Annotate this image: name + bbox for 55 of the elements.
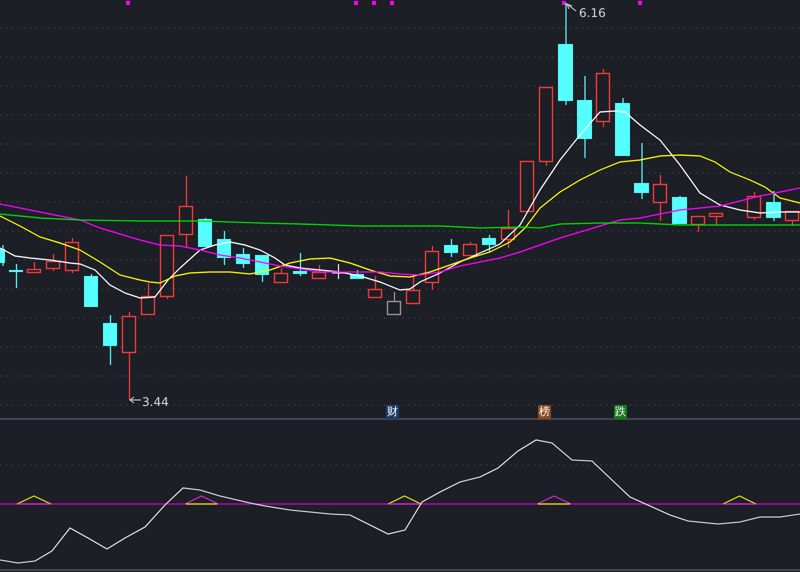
triangle-marker [536, 495, 572, 505]
candlestick [462, 242, 478, 256]
candlestick [26, 262, 42, 274]
candlestick [46, 254, 60, 271]
leader-line [566, 3, 576, 12]
signal-marker [372, 1, 376, 5]
candlestick [312, 265, 326, 280]
triangle-marker [388, 495, 422, 505]
candlestick [178, 176, 194, 248]
candlestick [615, 98, 630, 156]
candlestick [652, 175, 668, 221]
candlestick [236, 248, 250, 268]
candlestick [708, 212, 724, 225]
candlestick [520, 160, 534, 212]
candlestick [424, 246, 440, 290]
signal-marker [562, 1, 566, 5]
candlestick [332, 264, 346, 280]
candlestick [368, 276, 382, 298]
candlestick [746, 192, 762, 220]
candlestick [255, 255, 269, 282]
event-tag[interactable]: 榜 [538, 405, 551, 419]
price-label: 3.44 [142, 395, 169, 409]
candlestick [198, 218, 212, 247]
candlestick [672, 196, 687, 224]
triangle-marker [184, 495, 218, 505]
leader-line [129, 396, 142, 404]
event-tag[interactable]: 跌 [614, 405, 627, 419]
signal-marker [390, 1, 394, 5]
signal-marker [354, 1, 358, 5]
candlestick [634, 143, 649, 199]
candlestick [0, 245, 5, 266]
candlestick [160, 234, 174, 299]
triangle-marker [722, 495, 756, 505]
candlestick [406, 276, 420, 304]
candlestick [482, 235, 496, 252]
price-label: 6.16 [579, 6, 606, 20]
candlestick [350, 270, 364, 279]
candlestick [64, 238, 80, 273]
candlestick [690, 216, 706, 232]
signal-marker [126, 1, 130, 5]
event-tag[interactable]: 财 [386, 405, 399, 419]
candlestick [217, 231, 231, 265]
candlestick [293, 253, 307, 276]
candlestick [9, 264, 23, 288]
candlestick [444, 239, 458, 257]
candlestick [84, 274, 98, 307]
candlestick [500, 210, 516, 248]
candlestick [274, 268, 288, 284]
candlestick [766, 191, 781, 221]
candlestick [596, 69, 610, 127]
candlestick [103, 315, 117, 365]
candlestick [140, 283, 156, 316]
signal-marker [638, 1, 642, 5]
triangle-marker [16, 495, 52, 505]
candlestick [386, 292, 402, 316]
